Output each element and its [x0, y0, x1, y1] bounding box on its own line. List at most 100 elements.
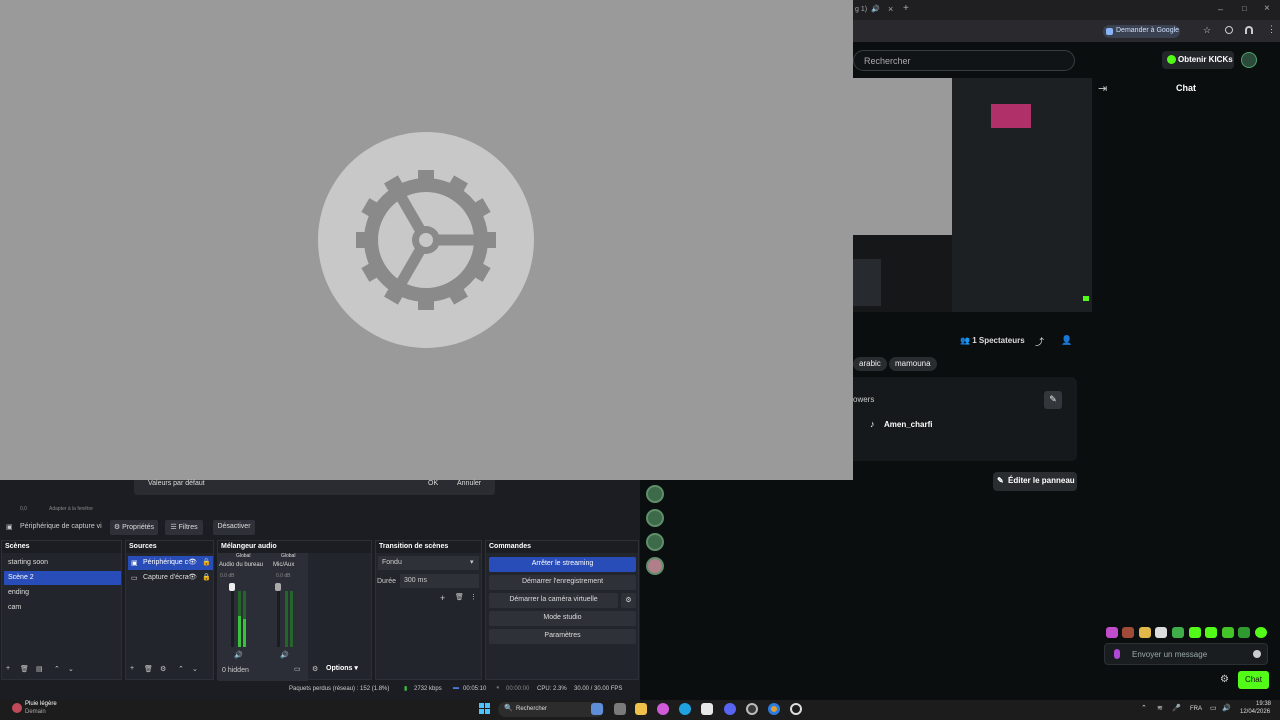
chrome-icon[interactable]: [768, 703, 780, 715]
volume-slider-track[interactable]: [277, 583, 280, 647]
defaults-button[interactable]: Valeurs par défaut: [148, 480, 205, 487]
trash-icon[interactable]: 🗑: [144, 665, 153, 673]
clock-date[interactable]: 12/04/2026: [1240, 709, 1270, 715]
task-view-icon[interactable]: [614, 703, 626, 715]
start-virtual-camera-button[interactable]: Démarrer la caméra virtuelle: [489, 593, 618, 608]
google-ask-button[interactable]: Demander à Google: [1103, 25, 1180, 38]
volume-slider-track[interactable]: [231, 583, 234, 647]
profile-icon[interactable]: [1225, 26, 1233, 34]
avatar[interactable]: [646, 533, 664, 551]
source-item[interactable]: ▭ Capture d'écra 👁 🔒: [128, 571, 213, 585]
microphone-icon[interactable]: [1114, 649, 1120, 659]
speaker-icon[interactable]: 🔊: [280, 651, 289, 659]
minimize-icon[interactable]: –: [1218, 4, 1223, 14]
browser-menu-icon[interactable]: ⋮: [1267, 24, 1276, 35]
bookmark-star-icon[interactable]: ☆: [1203, 25, 1211, 36]
emote-icon[interactable]: [1205, 627, 1217, 638]
eye-icon[interactable]: 👁: [188, 558, 197, 566]
source-item[interactable]: ▣ Périphérique c 👁 🔒: [128, 556, 213, 570]
move-down-icon[interactable]: ⌄: [192, 665, 198, 673]
mic-icon[interactable]: 🎤: [1172, 704, 1181, 712]
emote-icon[interactable]: [1122, 627, 1134, 638]
scene-item[interactable]: Scène 2: [4, 571, 121, 585]
get-kicks-button[interactable]: Obtenir KICKs: [1162, 51, 1234, 69]
volume-slider-handle[interactable]: [229, 583, 235, 591]
emote-icon[interactable]: [1172, 627, 1184, 638]
virtual-camera-settings-icon[interactable]: ⚙: [621, 593, 636, 608]
windows-start-icon[interactable]: [479, 703, 491, 715]
follow-user-icon[interactable]: 👤: [1061, 335, 1072, 346]
app-icon[interactable]: [790, 703, 802, 715]
studio-mode-button[interactable]: Mode studio: [489, 611, 636, 626]
more-icon[interactable]: ⋮: [470, 593, 477, 601]
transition-select[interactable]: Fondu ▾: [378, 556, 479, 570]
duration-input[interactable]: 300 ms: [400, 574, 479, 588]
scene-item[interactable]: starting soon: [4, 556, 121, 570]
collapse-chat-icon[interactable]: ⇥: [1098, 82, 1107, 95]
settings-button[interactable]: Paramètres: [489, 629, 636, 644]
emote-icon[interactable]: [1255, 627, 1267, 638]
language-indicator[interactable]: FRA: [1190, 706, 1202, 712]
emote-icon[interactable]: [1189, 627, 1201, 638]
tab-close-icon[interactable]: ×: [888, 4, 893, 14]
start-recording-button[interactable]: Démarrer l'enregistrement: [489, 575, 636, 590]
lock-icon[interactable]: 🔒: [202, 573, 211, 581]
ok-button[interactable]: OK: [428, 480, 438, 487]
tag-mamouna[interactable]: mamouna: [889, 357, 937, 371]
maximize-icon[interactable]: □: [1242, 4, 1247, 13]
mixer-link-icon[interactable]: ⚙: [312, 665, 318, 673]
wifi-icon[interactable]: ≋: [1157, 704, 1163, 712]
emote-icon[interactable]: [1222, 627, 1234, 638]
move-up-icon[interactable]: ⌃: [178, 665, 184, 673]
chat-input[interactable]: Envoyer un message: [1104, 643, 1268, 665]
social-handle-link[interactable]: Amen_charfi: [884, 420, 932, 429]
mixer-options-button[interactable]: Options ▾: [326, 664, 368, 676]
clock-time[interactable]: 19:38: [1256, 701, 1271, 707]
filters-button[interactable]: ☰ Filtres: [165, 520, 203, 535]
trash-icon[interactable]: 🗑: [20, 665, 29, 673]
close-window-icon[interactable]: ×: [1264, 3, 1270, 14]
volume-icon[interactable]: 🔊: [1222, 704, 1231, 712]
add-icon[interactable]: +: [6, 665, 10, 672]
avatar[interactable]: [646, 509, 664, 527]
emote-icon[interactable]: [1238, 627, 1250, 638]
tray-chevron-icon[interactable]: ⌃: [1141, 704, 1147, 712]
discord-icon[interactable]: [724, 703, 736, 715]
chat-send-button[interactable]: Chat: [1238, 671, 1269, 689]
mixer-layout-icon[interactable]: ▭: [294, 665, 301, 673]
tag-arabic[interactable]: arabic: [853, 357, 887, 371]
emote-icon[interactable]: [1106, 627, 1118, 638]
deactivate-button[interactable]: Désactiver: [213, 520, 255, 535]
move-up-icon[interactable]: ⌃: [54, 665, 60, 673]
edit-panel-button[interactable]: ✎ Éditer le panneau: [993, 472, 1077, 491]
cancel-button[interactable]: Annuler: [457, 480, 481, 487]
avatar[interactable]: [646, 557, 664, 575]
scene-item[interactable]: cam: [4, 601, 121, 615]
move-down-icon[interactable]: ⌄: [68, 665, 74, 673]
chat-settings-icon[interactable]: ⚙: [1220, 674, 1229, 685]
weather-title[interactable]: Pluie légère: [25, 701, 57, 707]
mixer-channel-name[interactable]: Mic/Aux: [273, 562, 294, 568]
edge-icon[interactable]: [679, 703, 691, 715]
user-avatar[interactable]: [1241, 52, 1257, 68]
obs-icon[interactable]: [746, 703, 758, 715]
tab-title[interactable]: g 1): [855, 6, 867, 13]
lock-icon[interactable]: 🔒: [202, 558, 211, 566]
avatar[interactable]: [646, 485, 664, 503]
trash-icon[interactable]: 🗑: [455, 593, 464, 601]
add-icon[interactable]: +: [440, 593, 445, 603]
copilot-icon[interactable]: [591, 703, 603, 715]
volume-slider-handle[interactable]: [275, 583, 281, 591]
properties-button[interactable]: ⚙ Propriétés: [110, 520, 158, 535]
gear-icon[interactable]: ⚙: [160, 665, 166, 673]
speaker-icon[interactable]: 🔊: [234, 651, 243, 659]
emote-icon[interactable]: [1139, 627, 1151, 638]
kick-search-input[interactable]: Rechercher: [853, 50, 1075, 71]
fit-window-option[interactable]: Adapter à la fenêtre: [49, 506, 93, 512]
add-icon[interactable]: +: [130, 665, 134, 672]
stream-player[interactable]: [853, 78, 1092, 312]
filter-icon[interactable]: ▤: [36, 665, 43, 673]
mixer-channel-name[interactable]: Audio du bureau: [219, 562, 263, 568]
eye-icon[interactable]: 👁: [188, 573, 197, 581]
share-icon[interactable]: ⤴: [1035, 335, 1044, 348]
